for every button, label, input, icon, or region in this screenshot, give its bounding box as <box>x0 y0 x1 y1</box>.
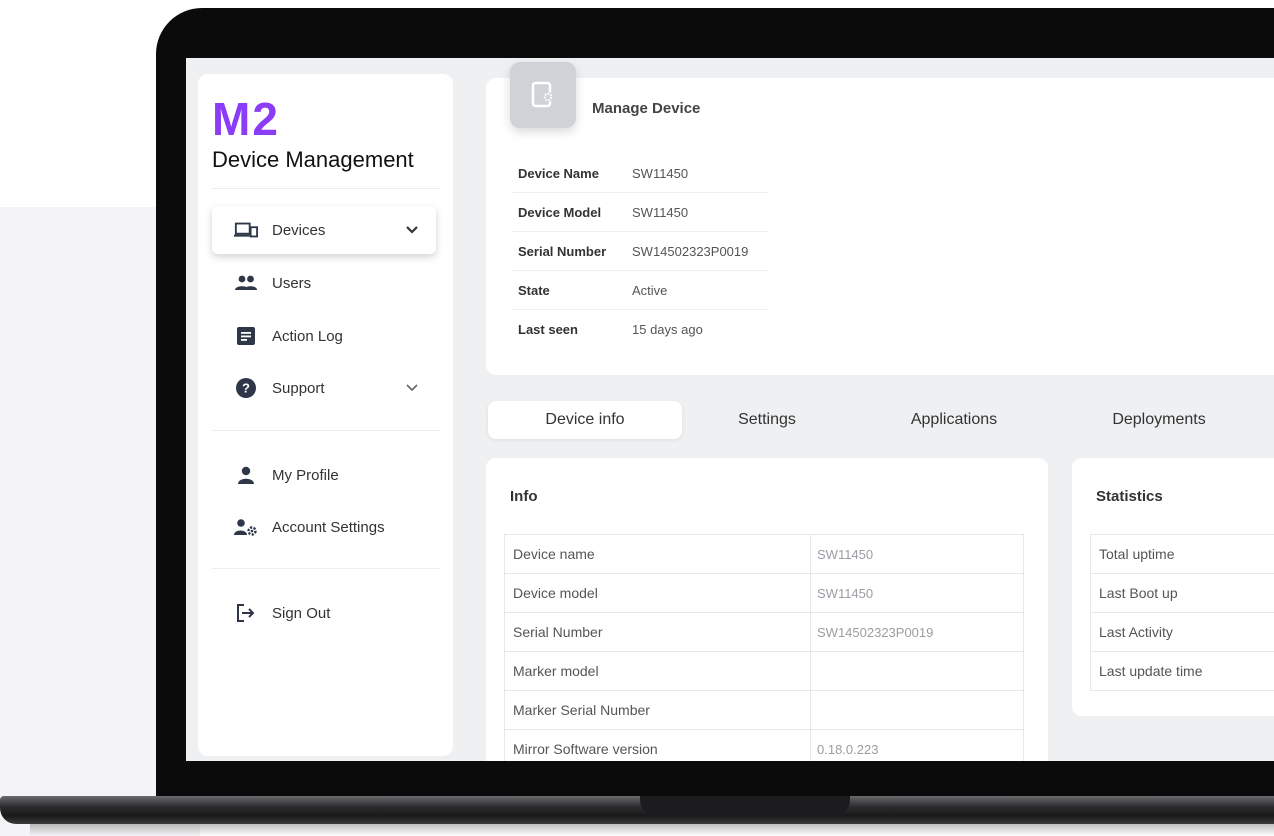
sidebar-item-label: Action Log <box>272 327 343 345</box>
sidebar-item-support[interactable]: ? Support <box>212 364 436 412</box>
sidebar-item-label: Support <box>272 379 325 397</box>
table-cell-value <box>811 652 817 690</box>
table-cell-key: Device model <box>505 574 811 612</box>
table-row: State Active <box>512 271 768 310</box>
table-cell-key: Last Boot up <box>1099 585 1178 601</box>
table-row: Device name SW11450 <box>505 535 1023 574</box>
sidebar-item-label: Account Settings <box>272 518 385 536</box>
help-icon: ? <box>234 376 258 400</box>
card-title: Statistics <box>1096 488 1163 505</box>
statistics-table: Total uptime Last Boot up Last Activity … <box>1090 534 1274 691</box>
card-title: Info <box>510 488 538 505</box>
field-value: SW14502323P0019 <box>632 243 749 259</box>
devices-icon <box>234 218 258 242</box>
sidebar-item-users[interactable]: Users <box>212 259 436 307</box>
table-cell-key: Marker Serial Number <box>505 691 811 729</box>
table-row: Total uptime <box>1091 535 1274 574</box>
sign-out-button[interactable]: Sign Out <box>212 589 436 637</box>
table-row: Device Model SW11450 <box>512 193 768 232</box>
table-cell-key: Marker model <box>505 652 811 690</box>
device-summary-table: Device Name SW11450 Device Model SW11450… <box>512 154 768 349</box>
person-icon <box>234 463 258 487</box>
table-row: Last seen 15 days ago <box>512 310 768 349</box>
svg-text:?: ? <box>242 381 250 396</box>
table-cell-value: SW11450 <box>817 585 874 601</box>
field-value: SW11450 <box>632 204 689 220</box>
chevron-down-icon[interactable] <box>402 226 422 234</box>
device-settings-icon <box>510 62 576 128</box>
sidebar-item-action-log[interactable]: Action Log <box>212 312 436 360</box>
divider <box>212 188 440 189</box>
field-label: Last seen <box>518 322 578 337</box>
table-row: Device Name SW11450 <box>512 154 768 193</box>
sidebar-item-my-profile[interactable]: My Profile <box>212 451 436 499</box>
divider <box>212 430 440 431</box>
sidebar-item-devices[interactable]: Devices <box>212 206 436 254</box>
tab-deployments[interactable]: Deployments <box>1056 401 1262 439</box>
table-cell-value: SW14502323P0019 <box>817 624 934 640</box>
table-cell-key: Serial Number <box>505 613 811 651</box>
laptop-shadow <box>30 824 1274 836</box>
table-row: Marker model <box>505 652 1023 691</box>
table-cell-key: Total uptime <box>1099 546 1175 562</box>
table-row: Last update time <box>1091 652 1274 691</box>
sidebar-item-label: My Profile <box>272 466 339 484</box>
page-title: Manage Device <box>592 100 701 117</box>
sign-out-icon <box>234 601 258 625</box>
field-label: Device Name <box>518 165 599 181</box>
chevron-down-icon[interactable] <box>402 384 422 392</box>
info-card: Info Device name SW11450 Device model SW… <box>486 458 1048 761</box>
field-label: Device Model <box>518 204 602 220</box>
sidebar: M2 Device Management Devices Users Actio… <box>198 74 453 756</box>
table-row: Serial Number SW14502323P0019 <box>512 232 768 271</box>
users-icon <box>234 271 258 295</box>
info-table: Device name SW11450 Device model SW11450… <box>504 534 1024 761</box>
sidebar-item-label: Devices <box>272 221 326 239</box>
table-cell-value <box>811 691 817 729</box>
tab-device-info[interactable]: Device info <box>488 401 682 439</box>
table-cell-key: Last Activity <box>1099 624 1173 640</box>
table-cell-value: SW11450 <box>817 546 874 562</box>
table-row: Serial Number SW14502323P0019 <box>505 613 1023 652</box>
table-cell-key: Mirror Software version <box>505 730 811 761</box>
sidebar-item-label: Sign Out <box>272 604 331 622</box>
action-log-icon <box>234 324 258 348</box>
field-label: Serial Number <box>518 243 607 259</box>
brand-logo: M2 <box>212 93 280 145</box>
table-row: Marker Serial Number <box>505 691 1023 730</box>
sidebar-item-label: Users <box>272 274 312 292</box>
brand-title: Device Management <box>212 147 414 172</box>
table-row: Last Boot up <box>1091 574 1274 613</box>
table-cell-key: Last update time <box>1099 663 1203 679</box>
tab-bar: Device info Settings Applications Deploy… <box>488 401 1274 439</box>
tab-applications[interactable]: Applications <box>852 401 1056 439</box>
laptop-base <box>0 796 1274 824</box>
table-row: Device model SW11450 <box>505 574 1023 613</box>
table-cell-value: 0.18.0.223 <box>817 741 879 757</box>
account-settings-icon <box>234 515 258 539</box>
sidebar-item-account-settings[interactable]: Account Settings <box>212 503 436 551</box>
table-row: Last Activity <box>1091 613 1274 652</box>
field-value: SW11450 <box>632 165 689 181</box>
table-row: Mirror Software version 0.18.0.223 <box>505 730 1023 761</box>
statistics-card: Statistics Total uptime Last Boot up Las… <box>1072 458 1274 716</box>
screen-bezel-bottom <box>186 761 1274 801</box>
field-label: State <box>518 282 550 298</box>
divider <box>212 568 440 569</box>
laptop-hinge-notch <box>640 796 850 816</box>
app-screen: M2 Device Management Devices Users Actio… <box>186 58 1274 761</box>
table-cell-key: Device name <box>505 535 811 573</box>
tab-settings[interactable]: Settings <box>682 401 852 439</box>
field-value: 15 days ago <box>632 322 703 337</box>
field-value: Active <box>632 282 668 298</box>
